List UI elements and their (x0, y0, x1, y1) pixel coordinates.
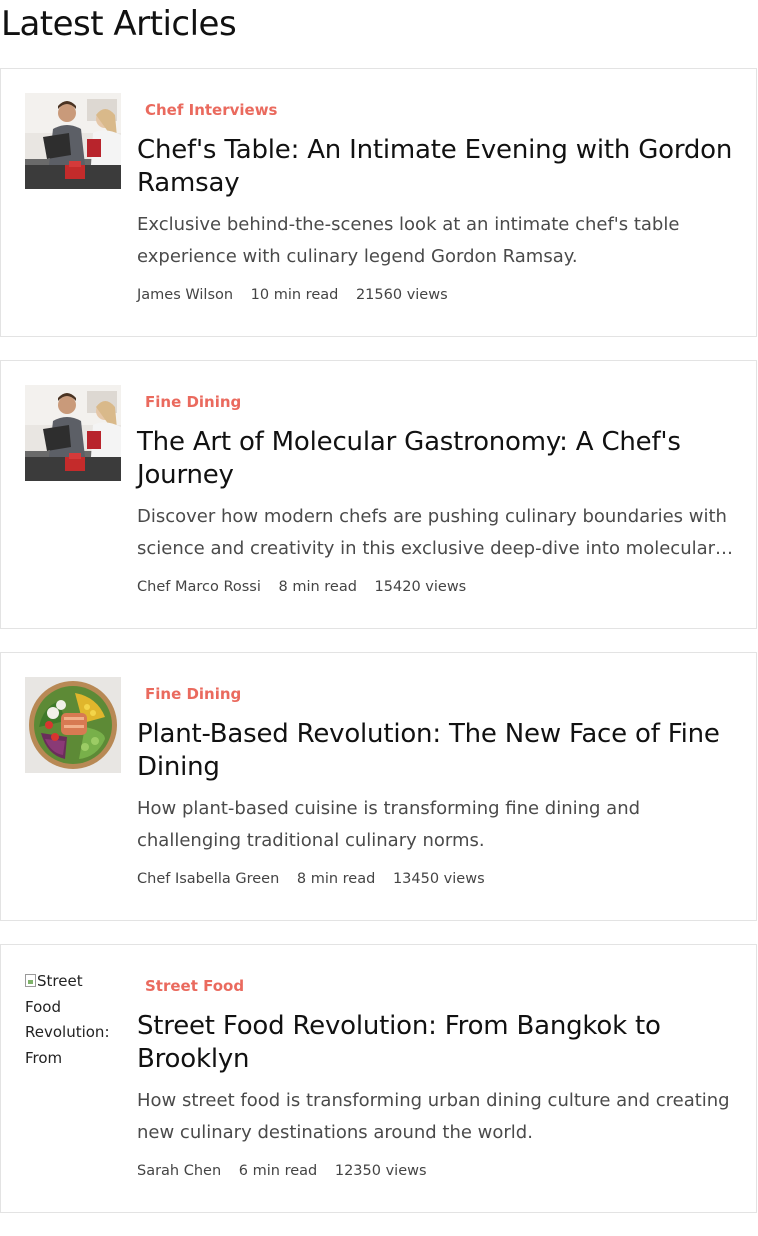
article-card[interactable]: Fine Dining Plant-Based Revolution: The … (0, 652, 757, 921)
article-category[interactable]: Fine Dining (145, 681, 736, 707)
article-author: Sarah Chen (137, 1163, 222, 1179)
articles-list: Chef Interviews Chef's Table: An Intimat… (0, 68, 758, 1236)
article-thumbnail[interactable] (25, 385, 121, 481)
article-title[interactable]: Chef's Table: An Intimate Evening with G… (137, 134, 736, 200)
article-meta: Chef Marco Rossi 8 min read 15420 views (137, 576, 736, 598)
article-author: James Wilson (137, 287, 234, 303)
thumbnail-alt-text: Street Food Revolution: From (25, 972, 110, 1067)
article-views: 21560 views (355, 287, 448, 303)
article-views: 15420 views (374, 579, 467, 595)
article-excerpt: Exclusive behind-the-scenes look at an i… (137, 214, 680, 267)
article-thumbnail[interactable] (25, 677, 121, 773)
article-card[interactable]: Fine Dining The Art of Molecular Gastron… (0, 360, 757, 629)
article-thumbnail[interactable] (25, 93, 121, 189)
article-title[interactable]: Street Food Revolution: From Bangkok to … (137, 1010, 736, 1076)
article-meta: Chef Isabella Green 8 min read 13450 vie… (137, 868, 736, 890)
article-content: Fine Dining The Art of Molecular Gastron… (137, 389, 736, 598)
broken-image-icon (25, 974, 36, 987)
article-read-time: 8 min read (278, 579, 357, 595)
article-author: Chef Marco Rossi (137, 579, 261, 595)
article-card[interactable]: Chef Interviews Chef's Table: An Intimat… (0, 68, 757, 337)
article-content: Street Food Street Food Revolution: From… (137, 973, 736, 1182)
article-excerpt: How plant-based cuisine is transforming … (137, 798, 641, 851)
article-excerpt: Discover how modern chefs are pushing cu… (137, 506, 727, 559)
article-category[interactable]: Chef Interviews (145, 97, 736, 123)
article-category[interactable]: Fine Dining (145, 389, 736, 415)
article-excerpt: How street food is transforming urban di… (137, 1090, 730, 1143)
article-meta: James Wilson 10 min read 21560 views (137, 284, 736, 306)
article-card[interactable]: Street Food Revolution: From Street Food… (0, 944, 757, 1213)
article-content: Chef Interviews Chef's Table: An Intimat… (137, 97, 736, 306)
article-views: 13450 views (392, 871, 485, 887)
article-read-time: 6 min read (238, 1163, 318, 1179)
article-views: 12350 views (334, 1163, 427, 1179)
article-read-time: 10 min read (250, 287, 339, 303)
page-title: Latest Articles (1, 4, 237, 44)
article-content: Fine Dining Plant-Based Revolution: The … (137, 681, 736, 890)
article-category[interactable]: Street Food (145, 973, 736, 999)
article-author: Chef Isabella Green (137, 871, 280, 887)
article-thumbnail[interactable]: Street Food Revolution: From (25, 969, 121, 1071)
article-read-time: 8 min read (296, 871, 376, 887)
article-meta: Sarah Chen 6 min read 12350 views (137, 1160, 736, 1182)
article-title[interactable]: The Art of Molecular Gastronomy: A Chef'… (137, 426, 736, 492)
article-title[interactable]: Plant-Based Revolution: The New Face of … (137, 718, 736, 784)
